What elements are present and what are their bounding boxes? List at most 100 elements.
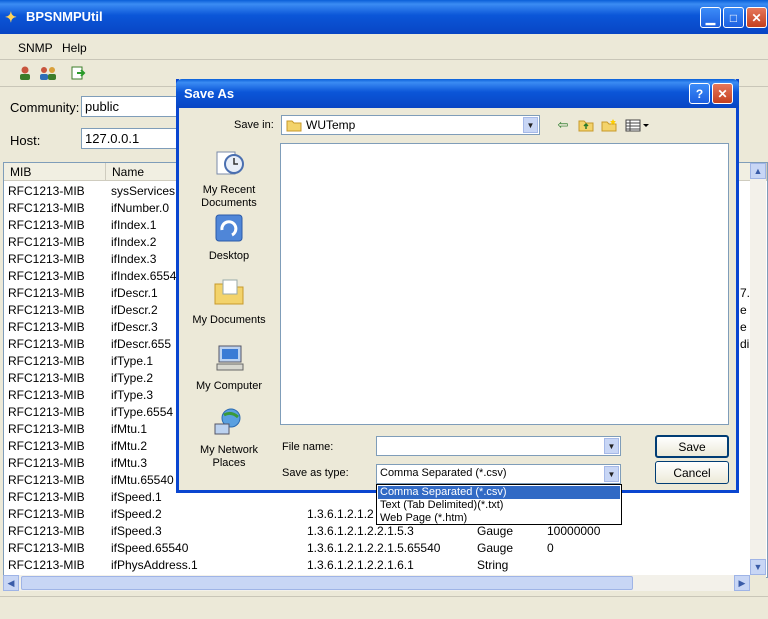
new-folder-icon[interactable] [600, 116, 618, 134]
cell-name: ifSpeed.1 [111, 490, 162, 504]
cell-mib: RFC1213-MIB [8, 405, 85, 419]
cell-mib: RFC1213-MIB [8, 490, 85, 504]
cell-truncated: e [740, 303, 747, 317]
cell-name: ifDescr.3 [111, 320, 158, 334]
place-label: Desktop [208, 250, 250, 262]
column-header-mib[interactable]: MIB [4, 163, 106, 181]
community-input[interactable]: public [81, 96, 181, 117]
cell-name: ifDescr.655 [111, 337, 172, 351]
cell-mib: RFC1213-MIB [8, 320, 85, 334]
scroll-left-icon[interactable]: ◀ [3, 575, 19, 591]
menu-help[interactable]: Help [62, 41, 87, 55]
save-in-combo[interactable]: WUTemp ▼ [281, 115, 540, 135]
cell-name: ifType.2 [111, 371, 154, 385]
horizontal-scroll-thumb[interactable] [21, 576, 633, 590]
menu-snmp[interactable]: SNMP [18, 41, 53, 55]
status-bar [0, 596, 768, 619]
scroll-up-icon[interactable]: ▲ [750, 163, 766, 179]
cell-name: ifIndex.3 [111, 252, 157, 266]
export-icon[interactable] [69, 64, 87, 82]
community-label: Community: [10, 100, 80, 115]
desktop-icon [215, 214, 243, 242]
save-in-label: Save in: [234, 119, 274, 131]
file-name-input[interactable]: ▼ [376, 436, 621, 456]
cell-value: 0 [547, 541, 554, 555]
menubar: SNMP Help [0, 37, 768, 60]
vertical-scrollbar[interactable]: ▲ ▼ [750, 163, 766, 575]
app-icon: ✦ [5, 9, 17, 25]
save-as-type-value: Comma Separated (*.csv) [380, 467, 507, 479]
cell-oid: 1.3.6.1.2.1.2.2.1.5.65540 [307, 541, 441, 555]
dialog-title: Save As [184, 86, 235, 101]
save-as-type-combo[interactable]: Comma Separated (*.csv) ▼ [376, 464, 621, 484]
place-my-documents[interactable]: My Documents [186, 276, 272, 327]
cell-name: ifMtu.3 [111, 456, 148, 470]
cell-mib: RFC1213-MIB [8, 507, 85, 521]
cell-mib: RFC1213-MIB [8, 541, 85, 555]
cell-mib: RFC1213-MIB [8, 218, 85, 232]
file-list-area[interactable] [280, 143, 729, 425]
place-my-recent-documents[interactable]: My Recent Documents [186, 146, 272, 210]
cell-name: ifType.6554 [111, 405, 174, 419]
minimize-button[interactable]: ▁ [700, 7, 721, 28]
cell-truncated: e [740, 320, 747, 334]
cell-mib: RFC1213-MIB [8, 473, 85, 487]
my-computer-icon [216, 345, 244, 371]
maximize-button[interactable]: □ [723, 7, 744, 28]
cell-mib: RFC1213-MIB [8, 354, 85, 368]
chevron-down-icon[interactable]: ▼ [523, 117, 538, 133]
place-my-computer[interactable]: My Computer [186, 342, 272, 393]
cell-oid: 1.3.6.1.2.1.2.2.1.5.3 [307, 524, 414, 538]
help-button[interactable]: ? [689, 83, 710, 104]
chevron-down-icon[interactable]: ▼ [604, 466, 619, 482]
type-option-txt[interactable]: Text (Tab Delimited)(*.txt) [378, 499, 620, 512]
scroll-down-icon[interactable]: ▼ [750, 559, 766, 575]
table-row[interactable]: RFC1213-MIB ifSpeed.65540 1.3.6.1.2.1.2.2.… [4, 539, 767, 556]
cell-mib: RFC1213-MIB [8, 388, 85, 402]
table-row[interactable]: RFC1213-MIB ifPhysAddress.1 1.3.6.1.2.1.2.… [4, 556, 767, 573]
main-titlebar[interactable]: ✦ BPSNMPUtil ▁ □ ✕ [0, 0, 768, 34]
host-label: Host: [10, 133, 41, 148]
up-folder-icon[interactable] [577, 116, 595, 134]
chevron-down-icon[interactable]: ▼ [604, 438, 619, 454]
network-places-icon [214, 408, 241, 435]
close-button[interactable]: ✕ [746, 7, 767, 28]
view-menu-icon[interactable] [624, 116, 650, 134]
cell-name: ifDescr.2 [111, 303, 158, 317]
cell-mib: RFC1213-MIB [8, 456, 85, 470]
place-label: My Documents [192, 314, 266, 326]
back-icon[interactable]: ⇦ [554, 116, 572, 134]
window-title: BPSNMPUtil [26, 9, 103, 24]
cell-mib: RFC1213-MIB [8, 422, 85, 436]
cell-name: ifIndex.1 [111, 218, 157, 232]
cell-mib: RFC1213-MIB [8, 201, 85, 215]
cell-name: ifNumber.0 [111, 201, 170, 215]
cell-truncated: 7. [740, 286, 751, 300]
save-button[interactable]: Save [655, 435, 729, 458]
cell-name: ifDescr.1 [111, 286, 158, 300]
cell-name: ifMtu.65540 [111, 473, 174, 487]
cell-mib: RFC1213-MIB [8, 269, 85, 283]
place-label: My Recent Documents [201, 184, 257, 209]
horizontal-scrollbar[interactable]: ◀ ▶ [3, 575, 750, 591]
type-option-htm[interactable]: Web Page (*.htm) [378, 512, 620, 525]
cell-name: ifIndex.6554 [111, 269, 177, 283]
cell-mib: RFC1213-MIB [8, 439, 85, 453]
cell-mib: RFC1213-MIB [8, 303, 85, 317]
dialog-close-button[interactable]: ✕ [712, 83, 733, 104]
user-icon[interactable] [16, 64, 34, 82]
cell-mib: RFC1213-MIB [8, 337, 85, 351]
place-desktop[interactable]: Desktop [186, 212, 272, 263]
place-label: My Network Places [199, 444, 259, 469]
cell-type: Gauge [477, 524, 514, 538]
folder-icon [286, 120, 302, 132]
cell-name: ifMtu.1 [111, 422, 148, 436]
scroll-right-icon[interactable]: ▶ [734, 575, 750, 591]
cancel-button[interactable]: Cancel [655, 461, 729, 484]
dialog-titlebar[interactable]: Save As ? ✕ [176, 79, 739, 108]
place-my-network-places[interactable]: My Network Places [186, 406, 272, 470]
type-option-csv[interactable]: Comma Separated (*.csv) [378, 486, 620, 499]
host-input[interactable]: 127.0.0.1 [81, 128, 181, 149]
cell-oid: 1.3.6.1.2.1.2 [307, 507, 374, 521]
users-icon[interactable] [39, 64, 57, 82]
